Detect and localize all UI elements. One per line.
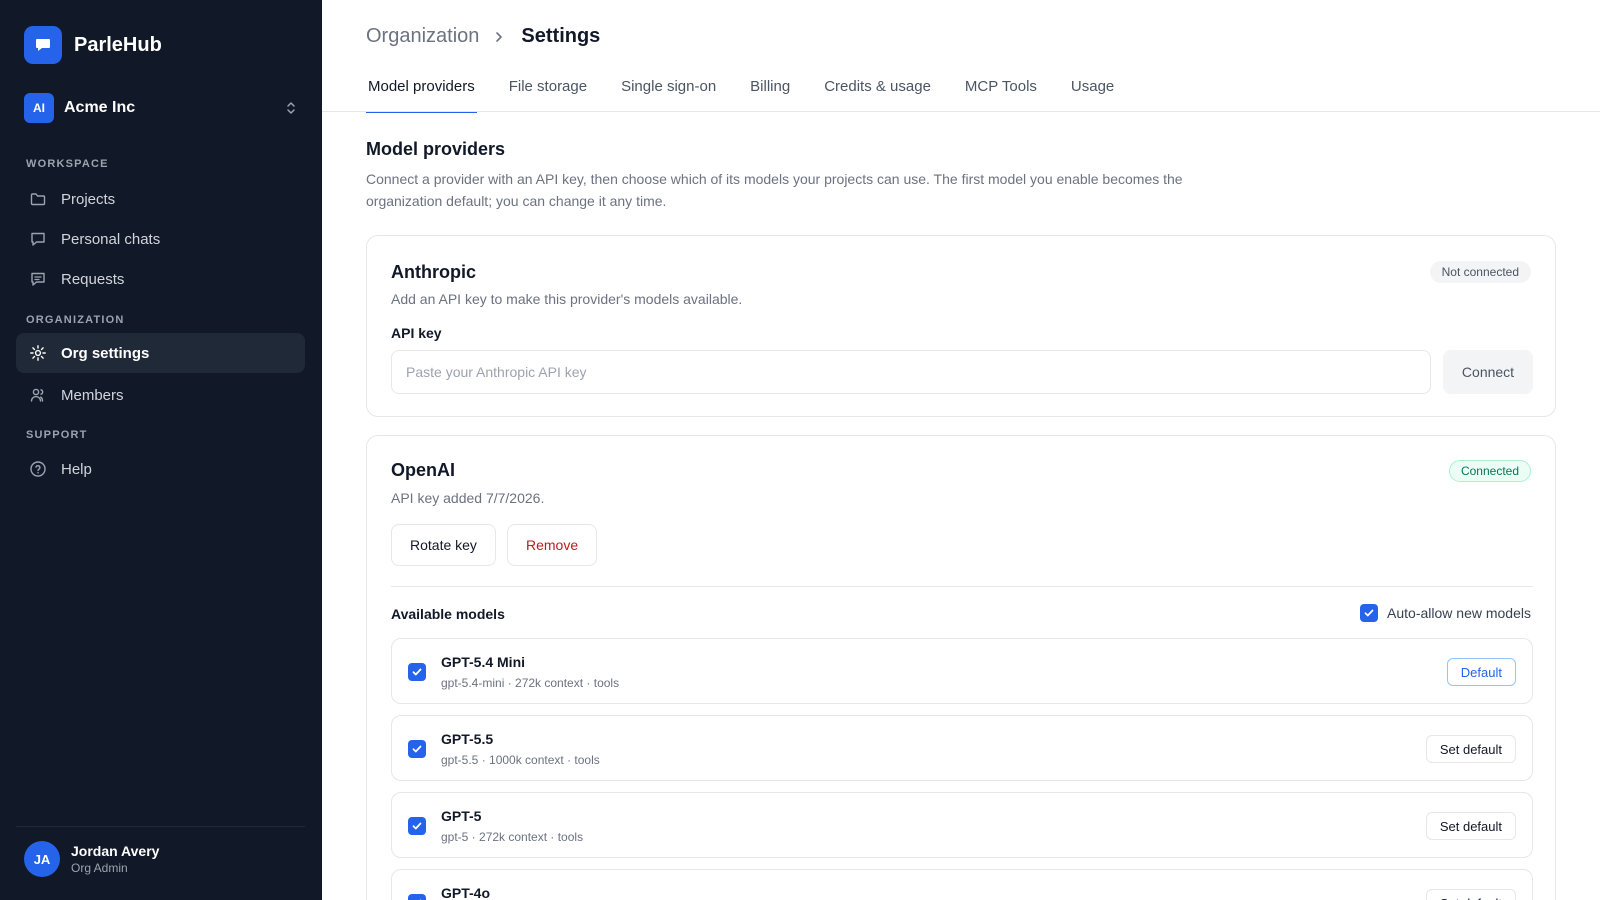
- sidebar-item-label: Requests: [61, 270, 125, 288]
- sidebar-item-personal-chats[interactable]: Personal chats: [16, 219, 305, 259]
- chat-icon: [28, 229, 48, 249]
- chevron-up-down-icon: [284, 99, 298, 117]
- breadcrumb: Organization Settings: [366, 25, 600, 48]
- model-name: GPT-5.4 Mini: [441, 654, 526, 670]
- tabs-divider: [322, 111, 1600, 112]
- section-title: Model providers: [366, 139, 506, 159]
- tab-mcp-tools[interactable]: MCP Tools: [963, 76, 1039, 112]
- section-description: Connect a provider with an API key, then…: [366, 171, 1183, 209]
- sidebar-item-label: Personal chats: [61, 230, 161, 248]
- nav-section-workspace: WORKSPACE: [26, 158, 109, 170]
- sidebar-divider: [16, 826, 305, 827]
- connect-button[interactable]: Connect: [1443, 350, 1533, 394]
- gear-icon: [28, 343, 48, 363]
- breadcrumb-parent[interactable]: Organization: [366, 25, 479, 48]
- auto-allow-checkbox[interactable]: [1360, 604, 1379, 622]
- chevron-right-icon: [495, 30, 505, 44]
- main-content: Organization Settings Model providers Fi…: [322, 0, 1600, 900]
- available-models-title: Available models: [391, 606, 505, 622]
- model-name: GPT-4o: [441, 885, 491, 900]
- status-badge: Not connected: [1429, 261, 1531, 283]
- org-avatar: AI: [24, 93, 54, 123]
- remove-button[interactable]: Remove: [507, 524, 598, 566]
- org-switcher[interactable]: AI Acme Inc: [24, 93, 298, 123]
- sidebar-item-label: Members: [61, 386, 124, 404]
- nav-section-organization: ORGANIZATION: [26, 314, 125, 326]
- model-enabled-checkbox[interactable]: [408, 817, 426, 835]
- check-icon: [1364, 609, 1374, 617]
- avatar: JA: [24, 841, 60, 877]
- folder-icon: [28, 189, 48, 209]
- model-meta: gpt-5.5 · 1000k context · tools: [441, 753, 600, 767]
- user-role: Org Admin: [71, 861, 128, 875]
- check-icon: [412, 745, 422, 753]
- check-icon: [412, 668, 422, 676]
- model-enabled-checkbox[interactable]: [408, 894, 426, 900]
- sidebar-item-help[interactable]: Help: [16, 449, 305, 489]
- status-badge: Connected: [1448, 460, 1531, 482]
- api-key-label: API key: [391, 325, 442, 341]
- sidebar: ParleHub AI Acme Inc WORKSPACE Projects …: [0, 0, 322, 900]
- user-profile[interactable]: JA Jordan Avery Org Admin: [24, 841, 159, 877]
- set-default-button[interactable]: Set default: [1425, 735, 1516, 763]
- sidebar-item-requests[interactable]: Requests: [16, 259, 305, 299]
- provider-name: OpenAI: [391, 460, 456, 480]
- chat-bubble-icon: [24, 26, 62, 64]
- set-default-button[interactable]: Set default: [1425, 889, 1516, 900]
- auto-allow-label: Auto-allow new models: [1387, 605, 1531, 621]
- tab-model-providers[interactable]: Model providers: [366, 76, 477, 113]
- provider-card-openai: OpenAI Connected API key added 7/7/2026.…: [366, 435, 1556, 900]
- message-square-icon: [28, 269, 48, 289]
- provider-card-anthropic: Anthropic Not connected Add an API key t…: [366, 235, 1556, 417]
- users-icon: [28, 385, 48, 405]
- sidebar-item-projects[interactable]: Projects: [16, 179, 305, 219]
- tab-usage[interactable]: Usage: [1069, 76, 1116, 112]
- auto-allow-toggle[interactable]: Auto-allow new models: [1360, 604, 1531, 622]
- sidebar-item-org-settings[interactable]: Org settings: [16, 333, 305, 373]
- model-meta: gpt-5 · 272k context · tools: [441, 830, 584, 844]
- api-key-input[interactable]: [391, 350, 1431, 394]
- sidebar-item-members[interactable]: Members: [16, 375, 305, 415]
- provider-subtitle: Add an API key to make this provider's m…: [391, 291, 743, 307]
- model-row: GPT-4o Set default: [391, 869, 1533, 900]
- check-icon: [412, 822, 422, 830]
- org-name: Acme Inc: [64, 99, 136, 116]
- help-circle-icon: [28, 459, 48, 479]
- model-enabled-checkbox[interactable]: [408, 740, 426, 758]
- set-default-button[interactable]: Set default: [1425, 812, 1516, 840]
- model-name: GPT-5: [441, 808, 482, 824]
- sidebar-item-label: Org settings: [61, 344, 150, 362]
- app-name: ParleHub: [74, 33, 162, 56]
- default-badge-button[interactable]: Default: [1446, 658, 1516, 686]
- user-name: Jordan Avery: [71, 843, 160, 859]
- tab-billing[interactable]: Billing: [748, 76, 792, 112]
- tab-single-sign-on[interactable]: Single sign-on: [619, 76, 718, 112]
- sidebar-item-label: Projects: [61, 190, 116, 208]
- model-row: GPT-5.4 Mini gpt-5.4-mini · 272k context…: [391, 638, 1533, 704]
- card-divider: [391, 586, 1533, 587]
- provider-subtitle: API key added 7/7/2026.: [391, 490, 545, 506]
- model-row: GPT-5 gpt-5 · 272k context · tools Set d…: [391, 792, 1533, 858]
- nav-section-support: SUPPORT: [26, 429, 88, 441]
- rotate-key-button[interactable]: Rotate key: [391, 524, 496, 566]
- provider-name: Anthropic: [391, 262, 476, 282]
- settings-tabs: Model providers File storage Single sign…: [366, 76, 1600, 113]
- model-row: GPT-5.5 gpt-5.5 · 1000k context · tools …: [391, 715, 1533, 781]
- page-title: Settings: [521, 25, 601, 47]
- tab-file-storage[interactable]: File storage: [507, 76, 589, 112]
- model-meta: gpt-5.4-mini · 272k context · tools: [441, 676, 620, 690]
- model-enabled-checkbox[interactable]: [408, 663, 426, 681]
- sidebar-item-label: Help: [61, 460, 92, 478]
- tab-credits-usage[interactable]: Credits & usage: [822, 76, 933, 112]
- model-name: GPT-5.5: [441, 731, 494, 747]
- brand[interactable]: ParleHub: [24, 26, 162, 64]
